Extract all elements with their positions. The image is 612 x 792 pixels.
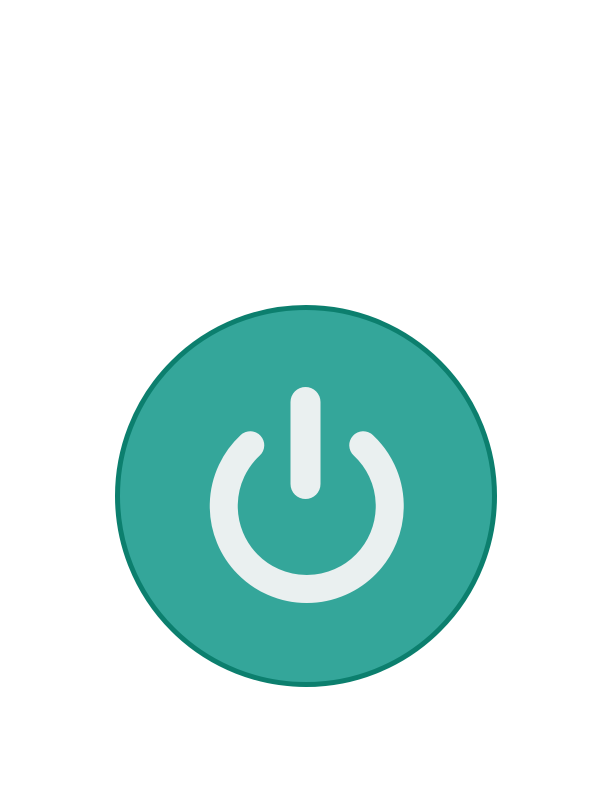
power-button-graphic [115,305,497,687]
power-button[interactable] [115,305,497,687]
page [0,0,612,792]
